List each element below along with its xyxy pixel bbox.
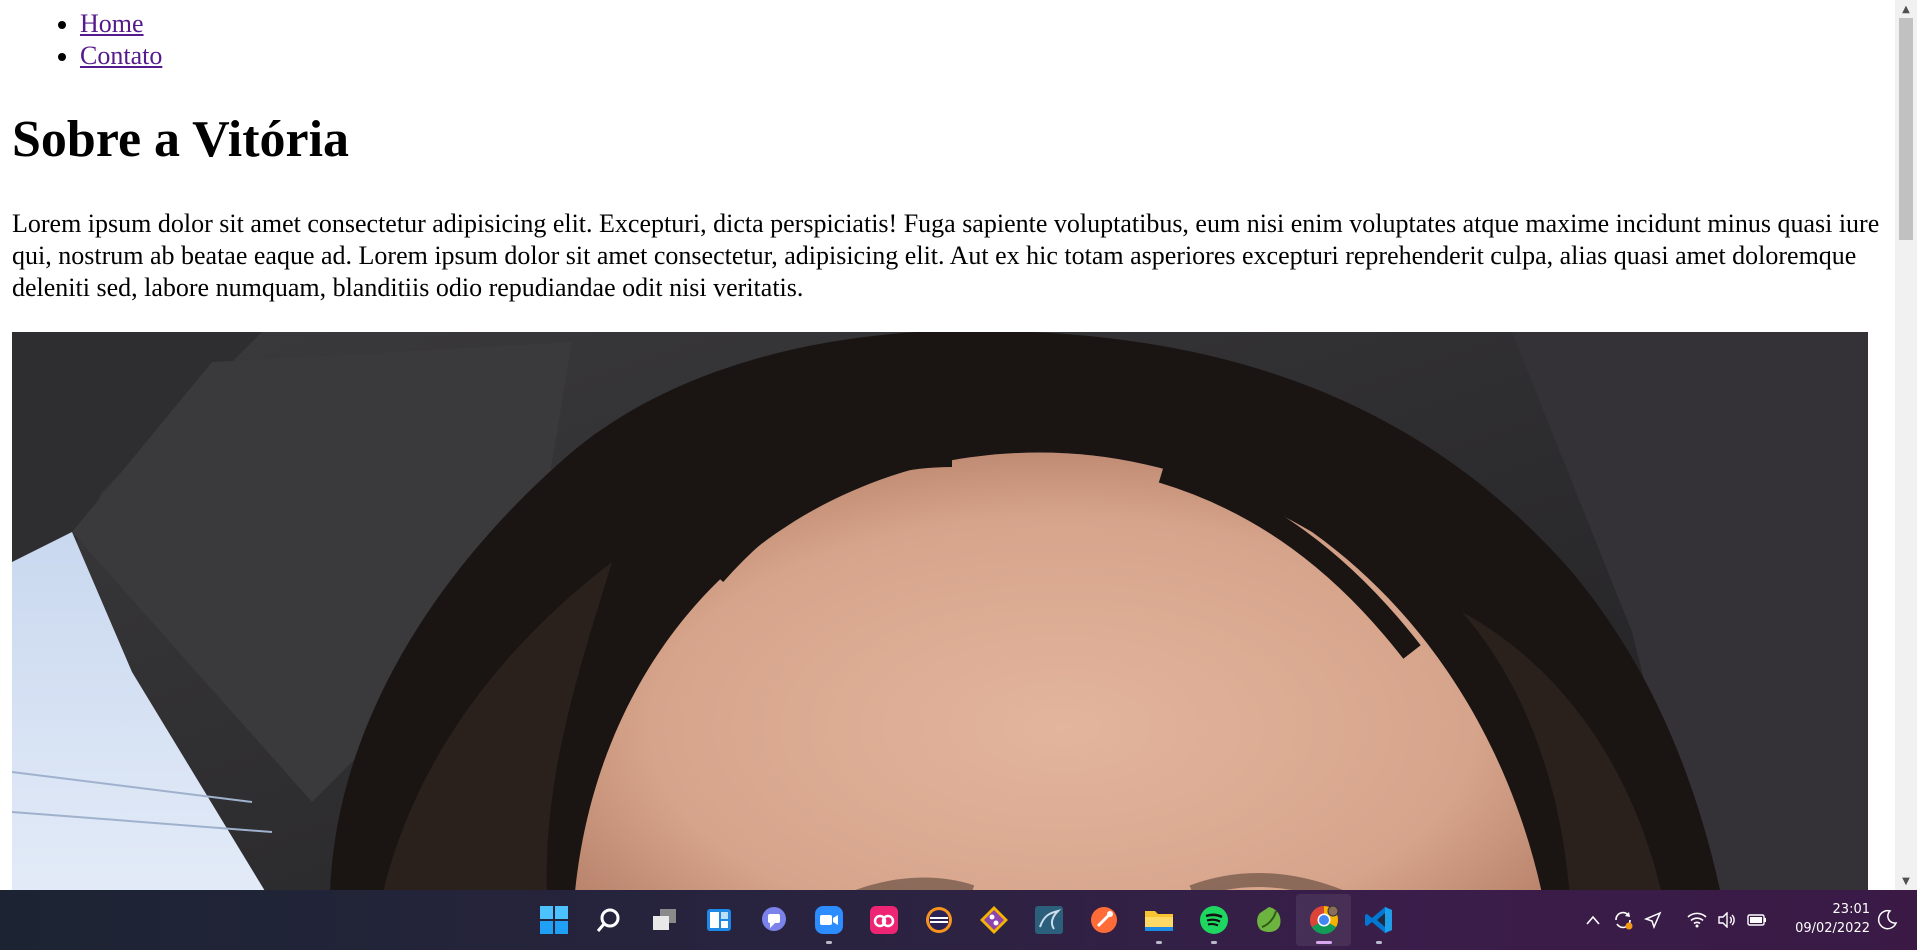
focus-assist-button[interactable]: [1875, 908, 1899, 932]
page-title: Sobre a Vitória: [12, 111, 350, 168]
profile-photo: [12, 332, 1868, 890]
vertical-scrollbar[interactable]: ▲ ▼: [1895, 0, 1917, 890]
wifi-button[interactable]: [1682, 900, 1712, 940]
location-icon: [1644, 911, 1662, 929]
creative-cloud-button[interactable]: [856, 894, 911, 946]
chrome-button[interactable]: [1296, 894, 1351, 946]
file-explorer-button[interactable]: [1131, 894, 1186, 946]
vscode-icon: [1364, 907, 1392, 933]
windows-start-icon: [539, 906, 568, 934]
teams-chat-icon: [761, 907, 786, 931]
clock-date: 09/02/2022: [1795, 921, 1870, 936]
chevron-up-icon: [1586, 915, 1600, 925]
nav-item-home: Home: [80, 8, 1882, 40]
running-indicator: [825, 941, 832, 944]
chrome-icon: [1309, 905, 1338, 934]
eclipse-button[interactable]: [911, 894, 966, 946]
taskbar: 23:01 09/02/2022: [0, 890, 1917, 950]
spring-tools-icon: [1256, 907, 1281, 933]
scroll-down-arrow-icon[interactable]: ▼: [1895, 872, 1917, 890]
creative-cloud-icon: [869, 906, 898, 934]
eclipse-icon: [925, 907, 952, 933]
task-view-button[interactable]: [636, 894, 691, 946]
spotify-icon: [1199, 906, 1228, 934]
running-indicator: [1315, 941, 1332, 944]
browser-viewport: Home Contato Sobre a Vitória Lorem ipsum…: [0, 0, 1895, 890]
teams-chat-button[interactable]: [746, 894, 801, 946]
search-icon: [596, 908, 619, 932]
page-content: Home Contato Sobre a Vitória Lorem ipsum…: [12, 0, 1882, 890]
sync-button[interactable]: [1608, 900, 1638, 940]
volume-button[interactable]: [1712, 900, 1742, 940]
postman-button[interactable]: [1076, 894, 1131, 946]
mysql-workbench-button[interactable]: [1021, 894, 1076, 946]
spring-tools-button[interactable]: [1241, 894, 1296, 946]
widgets-icon: [706, 909, 731, 931]
file-explorer-icon: [1144, 911, 1173, 931]
contato-link[interactable]: Contato: [80, 41, 162, 70]
volume-icon: [1718, 912, 1735, 928]
moon-icon: [1877, 909, 1898, 930]
windows-start-button[interactable]: [526, 894, 581, 946]
system-tray: [1578, 890, 1772, 950]
clock-time: 23:01: [1832, 902, 1870, 917]
postman-icon: [1090, 907, 1117, 933]
taskbar-apps: [526, 890, 1406, 950]
nav-item-contato: Contato: [80, 40, 1882, 72]
zoom-icon: [814, 906, 843, 934]
running-indicator: [1155, 941, 1162, 944]
location-button[interactable]: [1638, 900, 1668, 940]
bio-paragraph: Lorem ipsum dolor sit amet consectetur a…: [12, 209, 1880, 302]
wifi-icon: [1687, 912, 1707, 928]
zoom-button[interactable]: [801, 894, 856, 946]
widgets-button[interactable]: [691, 894, 746, 946]
spotify-button[interactable]: [1186, 894, 1241, 946]
tray-spacer: [1668, 900, 1682, 940]
vscode-button[interactable]: [1351, 894, 1406, 946]
scroll-up-arrow-icon[interactable]: ▲: [1895, 0, 1917, 18]
scroll-thumb[interactable]: [1899, 18, 1913, 240]
mysql-workbench-icon: [1034, 906, 1063, 934]
git-icon: [979, 906, 1008, 934]
home-link[interactable]: Home: [80, 9, 144, 38]
tray-overflow-button[interactable]: [1578, 900, 1608, 940]
search-button[interactable]: [581, 894, 636, 946]
battery-icon: [1747, 914, 1766, 926]
nav-list: Home Contato: [12, 8, 1882, 72]
git-button[interactable]: [966, 894, 1021, 946]
running-indicator: [1210, 941, 1217, 944]
sync-icon: [1615, 911, 1633, 930]
task-view-icon: [652, 909, 676, 930]
running-indicator: [1375, 941, 1382, 944]
battery-button[interactable]: [1742, 900, 1772, 940]
clock[interactable]: 23:01 09/02/2022: [1780, 900, 1870, 938]
